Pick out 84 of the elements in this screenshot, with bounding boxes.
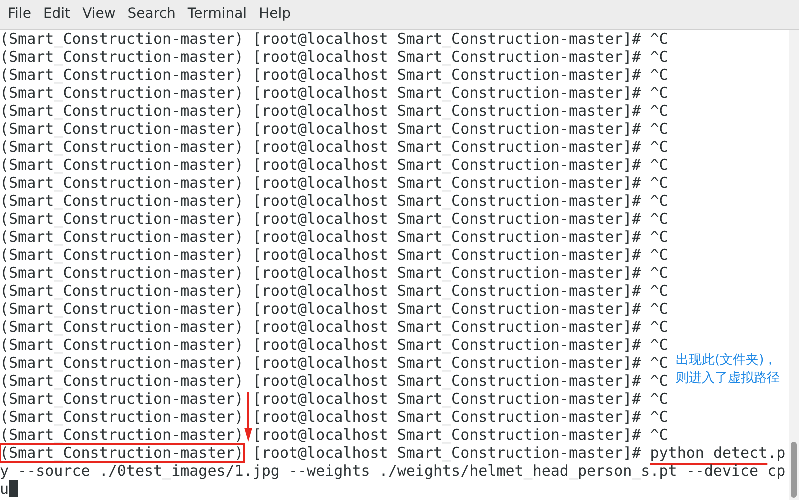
command-text: ^C	[650, 300, 668, 318]
env-name: (Smart_Construction-master)	[0, 390, 244, 408]
command-text: u	[0, 480, 10, 498]
shell-prompt: [root@localhost Smart_Construction-master]#	[252, 102, 642, 120]
env-name: (Smart_Construction-master)	[0, 156, 244, 174]
shell-prompt: [root@localhost Smart_Construction-master]#	[252, 174, 642, 192]
env-name: (Smart_Construction-master)	[0, 444, 244, 462]
command-text: ^C	[650, 282, 668, 300]
command-text: ^C	[650, 408, 668, 426]
env-name: (Smart_Construction-master)	[0, 336, 244, 354]
env-name: (Smart_Construction-master)	[0, 192, 244, 210]
command-text: ^C	[650, 210, 668, 228]
env-name: (Smart_Construction-master)	[0, 300, 244, 318]
menu-item[interactable]: Edit	[37, 2, 77, 28]
command-text: ^C	[650, 174, 668, 192]
arrow	[244, 392, 253, 442]
shell-prompt: [root@localhost Smart_Construction-master]#	[252, 444, 642, 462]
env-name: (Smart_Construction-master)	[0, 210, 244, 228]
menu-item[interactable]: View	[76, 2, 122, 28]
env-name: (Smart_Construction-master)	[0, 282, 244, 300]
shell-prompt: [root@localhost Smart_Construction-master]#	[252, 426, 642, 444]
shell-prompt: [root@localhost Smart_Construction-master]#	[252, 30, 642, 48]
env-name: (Smart_Construction-master)	[0, 354, 244, 372]
shell-prompt: [root@localhost Smart_Construction-master]#	[252, 156, 642, 174]
menu-item[interactable]: Search	[122, 2, 182, 28]
shell-prompt: [root@localhost Smart_Construction-master]#	[252, 408, 642, 426]
shell-prompt: [root@localhost Smart_Construction-master]#	[252, 336, 642, 354]
env-name: (Smart_Construction-master)	[0, 102, 244, 120]
shell-prompt: [root@localhost Smart_Construction-master]#	[252, 84, 642, 102]
shell-prompt: [root@localhost Smart_Construction-master]#	[252, 354, 642, 372]
command-text: ^C	[650, 246, 668, 264]
menu-item[interactable]: Terminal	[182, 2, 254, 28]
command-text: ^C	[650, 336, 668, 354]
shell-prompt: [root@localhost Smart_Construction-master]#	[252, 192, 642, 210]
shell-prompt: [root@localhost Smart_Construction-master]#	[252, 390, 642, 408]
command-text: ^C	[650, 84, 668, 102]
env-name: (Smart_Construction-master)	[0, 372, 244, 390]
command-text: ^C	[650, 318, 668, 336]
underlined-command: python detect	[650, 444, 768, 462]
menu-item[interactable]: File	[2, 2, 38, 28]
command-text: ^C	[650, 426, 668, 444]
env-name: (Smart_Construction-master)	[0, 426, 244, 444]
shell-prompt: [root@localhost Smart_Construction-master]#	[252, 300, 642, 318]
env-name: (Smart_Construction-master)	[0, 408, 244, 426]
command-text: .p	[768, 444, 786, 462]
env-name: (Smart_Construction-master)	[0, 48, 244, 66]
menu-item[interactable]: Help	[253, 2, 297, 28]
command-text: ^C	[650, 138, 668, 156]
shell-prompt: [root@localhost Smart_Construction-master]#	[252, 372, 642, 390]
command-text: ^C	[650, 102, 668, 120]
command-text: ^C	[650, 30, 668, 48]
command-text: ^C	[650, 354, 668, 372]
env-name: (Smart_Construction-master)	[0, 228, 244, 246]
command-text: ^C	[650, 390, 668, 408]
shell-prompt: [root@localhost Smart_Construction-master]#	[252, 246, 642, 264]
shell-prompt: [root@localhost Smart_Construction-master]#	[252, 210, 642, 228]
scrollbar-thumb[interactable]	[791, 442, 797, 498]
scrollbar[interactable]	[789, 30, 799, 500]
env-name: (Smart_Construction-master)	[0, 264, 244, 282]
command-text: ^C	[650, 372, 668, 390]
env-name: (Smart_Construction-master)	[0, 174, 244, 192]
env-name: (Smart_Construction-master)	[0, 246, 244, 264]
env-name: (Smart_Construction-master)	[0, 30, 244, 48]
env-name: (Smart_Construction-master)	[0, 120, 244, 138]
env-name: (Smart_Construction-master)	[0, 66, 244, 84]
shell-prompt: [root@localhost Smart_Construction-master]#	[252, 120, 642, 138]
command-text: ^C	[650, 228, 668, 246]
shell-prompt: [root@localhost Smart_Construction-master]#	[252, 66, 642, 84]
command-text: ^C	[650, 120, 668, 138]
shell-prompt: [root@localhost Smart_Construction-master]#	[252, 138, 642, 156]
env-name: (Smart_Construction-master)	[0, 138, 244, 156]
shell-prompt: [root@localhost Smart_Construction-master]#	[252, 228, 642, 246]
shell-prompt: [root@localhost Smart_Construction-master]#	[252, 318, 642, 336]
command-text: ^C	[650, 66, 668, 84]
command-text: ^C	[650, 156, 668, 174]
shell-prompt: [root@localhost Smart_Construction-master]#	[252, 264, 642, 282]
shell-prompt: [root@localhost Smart_Construction-master]#	[252, 282, 642, 300]
command-text: y --source ./0test_images/1.jpg --weights ./weights/helmet_head_person_s.pt --device cp	[0, 462, 786, 480]
command-text: ^C	[650, 48, 668, 66]
env-name: (Smart_Construction-master)	[0, 84, 244, 102]
command-text: ^C	[650, 264, 668, 282]
env-name: (Smart_Construction-master)	[0, 318, 244, 336]
shell-prompt: [root@localhost Smart_Construction-master]#	[252, 48, 642, 66]
command-text: ^C	[650, 192, 668, 210]
